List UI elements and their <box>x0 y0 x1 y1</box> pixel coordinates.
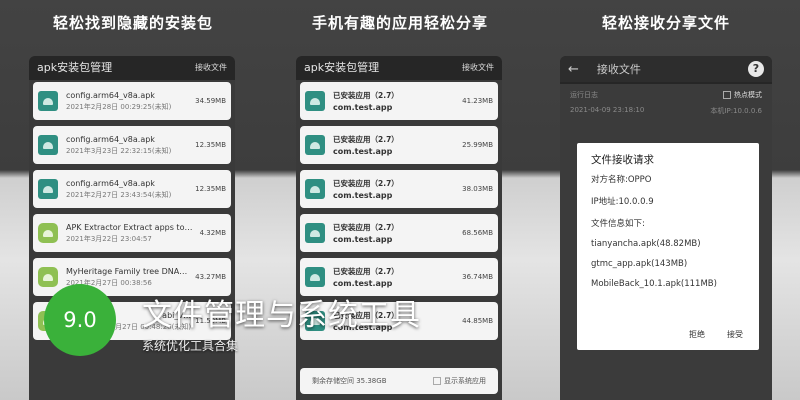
list-item[interactable]: 已安装应用（2.7） com.test.app 68.56MB <box>300 214 498 252</box>
hotspot-toggle[interactable]: 热点模式 <box>723 90 762 100</box>
back-arrow-icon[interactable]: ← <box>568 62 579 77</box>
file-info-label: 文件信息如下: <box>591 219 645 229</box>
app-title: apk安装包管理 <box>304 61 380 74</box>
item-size: 68.56MB <box>462 229 493 237</box>
local-ip: 本机IP:10.0.0.6 <box>710 107 762 115</box>
android-icon <box>305 267 325 287</box>
receive-request-dialog: 文件接收请求 对方名称:OPPO IP地址:10.0.0.9 文件信息如下: t… <box>577 143 759 350</box>
apk-icon <box>38 223 58 243</box>
item-date: 2021年2月28日 00:29:25(未知) <box>66 102 172 111</box>
item-name: config.arm64_v8a.apk <box>66 90 155 100</box>
item-name: 已安装应用（2.7） <box>333 223 399 232</box>
app-bar: apk安装包管理 接收文件 <box>29 56 235 78</box>
app-title: apk安装包管理 <box>37 61 113 74</box>
dialog-title: 文件接收请求 <box>591 154 654 166</box>
item-date: 2021年2月27日 23:43:54(未知) <box>66 190 172 199</box>
item-size: 25.99MB <box>462 141 493 149</box>
item-size: 34.59MB <box>195 97 226 105</box>
item-name: APK Extractor Extract apps to… <box>66 222 193 232</box>
receive-files-button[interactable]: 接收文件 <box>195 62 227 73</box>
file-item: tianyancha.apk(48.82MB) <box>591 239 701 249</box>
item-size: 36.74MB <box>462 273 493 281</box>
heading-1: 轻松找到隐藏的安装包 <box>52 14 213 32</box>
android-icon <box>38 179 58 199</box>
app-bar: apk安装包管理 接收文件 <box>296 56 502 78</box>
checkbox-icon[interactable] <box>433 377 441 385</box>
item-package: com.test.app <box>333 279 393 288</box>
file-item: MobileBack_10.1.apk(111MB) <box>591 279 717 289</box>
list-item[interactable]: config.arm64_v8a.apk 2021年2月27日 23:43:54… <box>33 170 231 208</box>
checkbox-icon[interactable] <box>723 91 731 99</box>
peer-name: 对方名称:OPPO <box>591 175 652 185</box>
log-label: 运行日志 <box>570 91 598 99</box>
reject-button[interactable]: 拒绝 <box>689 329 705 340</box>
log-time: 2021-04-09 23:18:10 <box>570 106 645 114</box>
android-icon <box>38 91 58 111</box>
list-item[interactable]: 已安装应用（2.7） com.test.app 25.99MB <box>300 126 498 164</box>
item-size: 38.03MB <box>462 185 493 193</box>
item-name: MyHeritage Family tree DNA… <box>66 266 188 276</box>
heading-3: 轻松接收分享文件 <box>601 14 730 32</box>
hotspot-label: 热点模式 <box>734 91 762 99</box>
android-icon <box>38 135 58 155</box>
item-package: com.test.app <box>333 235 393 244</box>
list-item[interactable]: config.arm64_v8a.apk 2021年2月28日 00:29:25… <box>33 82 231 120</box>
receive-files-button[interactable]: 接收文件 <box>462 62 494 73</box>
storage-free-label: 剩余存储空间 35.38GB <box>312 377 387 385</box>
item-package: com.test.app <box>333 103 393 112</box>
item-size: 44.85MB <box>462 317 493 325</box>
android-icon <box>305 91 325 111</box>
item-name: config.arm64_v8a.apk <box>66 178 155 188</box>
app-bar: ← 接收文件 ? <box>560 56 772 82</box>
item-name: 已安装应用（2.7） <box>333 267 399 276</box>
list-item[interactable]: APK Extractor Extract apps to… 2021年3月22… <box>33 214 231 252</box>
apk-icon <box>38 267 58 287</box>
item-date: 2021年3月23日 22:32:15(未知) <box>66 146 172 155</box>
item-name: config.arm64_v8a.apk <box>66 134 155 144</box>
show-system-apps-label: 显示系统应用 <box>444 377 486 385</box>
android-icon <box>305 223 325 243</box>
accept-button[interactable]: 接受 <box>727 329 743 340</box>
list-item[interactable]: config.arm64_v8a.apk 2021年3月23日 22:32:15… <box>33 126 231 164</box>
list-item[interactable]: 已安装应用（2.7） com.test.app 38.03MB <box>300 170 498 208</box>
item-size: 43.27MB <box>195 273 226 281</box>
item-name: 已安装应用（2.7） <box>333 91 399 100</box>
screen-title: 接收文件 <box>596 63 641 76</box>
heading-2: 手机有趣的应用轻松分享 <box>311 14 488 32</box>
phone-screen-2: apk安装包管理 接收文件 已安装应用（2.7） com.test.app 41… <box>296 56 502 400</box>
file-item: gtmc_app.apk(143MB) <box>591 259 688 269</box>
score-badge: 9.0 <box>44 284 116 356</box>
help-icon[interactable]: ? <box>748 61 764 77</box>
collection-title: 文件管理与系统工具 <box>142 298 421 333</box>
item-package: com.test.app <box>333 191 393 200</box>
android-icon <box>305 135 325 155</box>
item-package: com.test.app <box>333 147 393 156</box>
installed-app-list: 已安装应用（2.7） com.test.app 41.23MB 已安装应用（2.… <box>296 80 502 400</box>
list-item[interactable]: 已安装应用（2.7） com.test.app 41.23MB <box>300 82 498 120</box>
item-size: 12.35MB <box>195 185 226 193</box>
peer-ip: IP地址:10.0.0.9 <box>591 197 654 207</box>
item-size: 4.32MB <box>199 229 226 237</box>
item-name: 已安装应用（2.7） <box>333 135 399 144</box>
item-name: 已安装应用（2.7） <box>333 179 399 188</box>
storage-bar: 剩余存储空间 35.38GB 显示系统应用 <box>300 368 498 394</box>
item-size: 12.35MB <box>195 141 226 149</box>
android-icon <box>305 179 325 199</box>
collection-subtitle: 系统优化工具合集 <box>142 339 239 353</box>
show-system-apps-toggle[interactable]: 显示系统应用 <box>433 376 486 386</box>
item-date: 2021年3月22日 23:04:57 <box>66 234 152 243</box>
item-size: 41.23MB <box>462 97 493 105</box>
